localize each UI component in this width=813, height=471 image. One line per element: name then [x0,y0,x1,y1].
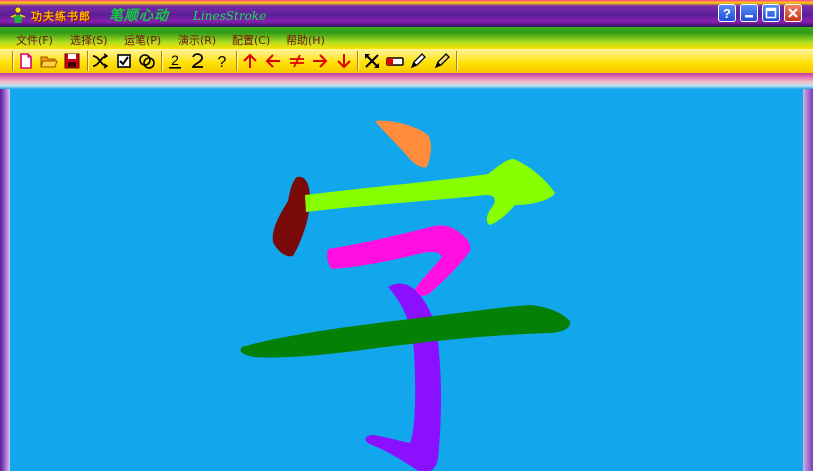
toolbar-separator [87,51,89,71]
arrow-down-icon [337,54,351,69]
app-subtitle: 笔顺心动 [109,8,169,24]
checkbox-icon [117,54,131,68]
minimize-button[interactable] [740,4,758,22]
checkbox-button[interactable] [114,51,134,71]
maximize-button[interactable] [762,4,780,22]
stroke-roof [305,159,555,225]
menu-stroke[interactable]: 运笔(P) [124,32,161,48]
toolbar-separator [12,51,14,71]
menu-file[interactable]: 文件(F) [16,32,53,48]
app-icon [10,6,26,23]
question-mark-icon: ? [723,6,731,21]
cross-arrows-icon [365,54,379,68]
not-equal-button[interactable] [287,51,307,71]
svg-text:2: 2 [171,52,179,68]
circles-icon [139,54,155,69]
pencil-alt-button[interactable] [432,51,452,71]
stroke-vertical-hook [365,283,441,471]
window-frame-left [0,89,10,471]
open-folder-icon [40,56,58,68]
arrow-left-icon [265,54,280,68]
save-disk-icon [64,53,80,69]
close-button[interactable] [784,4,802,22]
toolbar-separator [236,51,238,71]
maximize-icon [765,7,777,19]
menu-demo[interactable]: 演示(R) [178,32,216,48]
toolbar-separator [357,51,359,71]
app-subtitle-english: LinesStroke [193,9,267,23]
app-title: 功夫练书郎 [31,10,91,23]
stroke-order-2-button[interactable]: 2 [165,51,185,71]
number-2-hook-icon [191,53,203,68]
circles-button[interactable] [137,51,157,71]
shuffle-button[interactable] [90,51,110,71]
open-file-button[interactable] [39,51,59,71]
arrow-right-icon [313,54,328,68]
menu-config[interactable]: 配置(C) [232,32,270,48]
close-icon [788,8,798,18]
help-button[interactable]: ? [718,4,736,22]
move-left-button[interactable] [263,51,283,71]
not-equal-icon [290,54,304,68]
svg-text:?: ? [723,6,731,21]
character-strokes [240,120,571,471]
minimize-icon [745,15,753,18]
svg-text:?: ? [218,54,227,71]
menu-help[interactable]: 帮助(H) [286,32,325,48]
number-2-underline-icon: 2 [169,52,181,69]
new-file-icon [20,53,32,69]
toolbar-separator [456,51,458,71]
question-icon: ? [218,54,227,71]
pencil-alt-icon [434,53,450,69]
stroke-dot [375,120,431,168]
question-button[interactable]: ? [212,51,232,71]
stroke-left-dot [272,176,311,257]
window-frame-right [803,89,813,471]
drawing-canvas[interactable] [10,89,803,471]
shuffle-icon [92,53,109,69]
pencil-icon [410,53,426,69]
move-down-button[interactable] [334,51,354,71]
move-up-button[interactable] [240,51,260,71]
stroke-hook-2-button[interactable] [188,51,208,71]
pencil-button[interactable] [408,51,428,71]
menu-select[interactable]: 选择(S) [70,32,108,48]
eraser-button[interactable] [385,51,405,71]
toolbar-separator [161,51,163,71]
menu-bar: 文件(F) 选择(S) 运笔(P) 演示(R) 配置(C) 帮助(H) [0,27,813,49]
title-bar: 功夫练书郎 笔顺心动 LinesStroke ? [0,0,813,27]
arrow-up-icon [243,53,257,68]
eraser-icon [386,57,404,66]
save-button[interactable] [62,51,82,71]
move-right-button[interactable] [310,51,330,71]
toolbar-gradient-border [0,73,813,89]
new-file-button[interactable] [16,51,36,71]
cross-arrows-button[interactable] [362,51,382,71]
